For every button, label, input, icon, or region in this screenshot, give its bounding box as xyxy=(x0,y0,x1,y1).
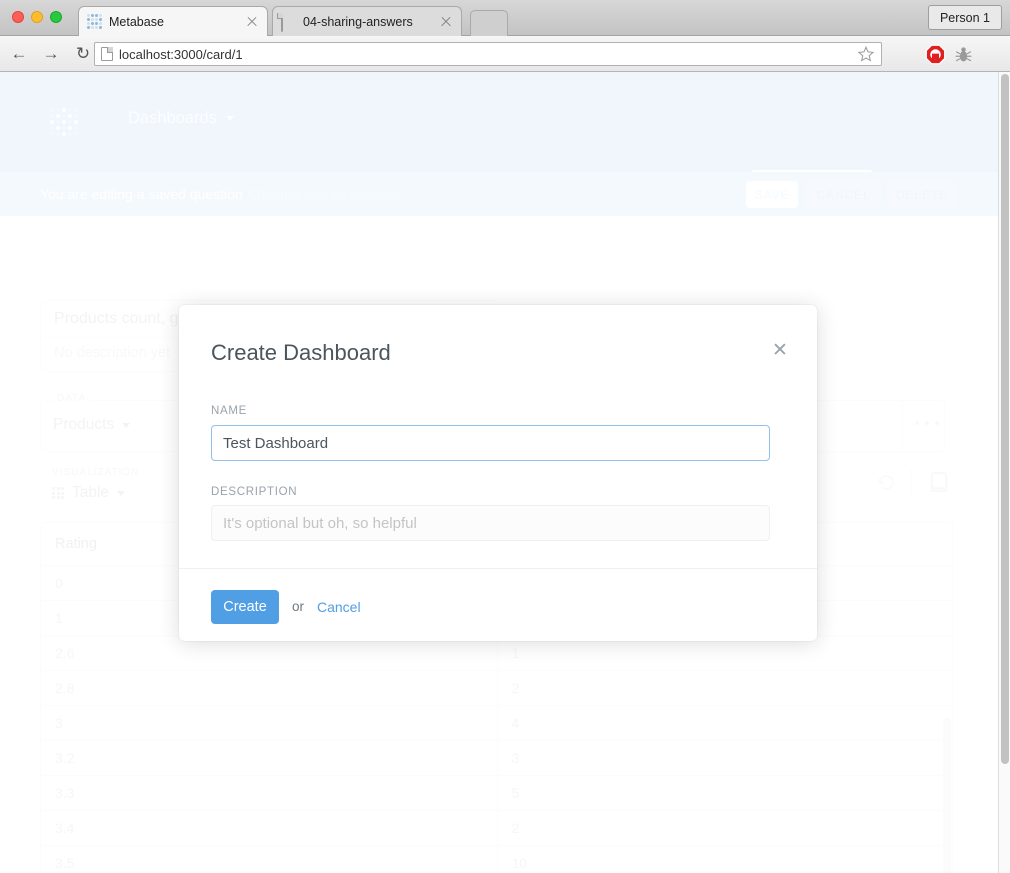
metabase-dots-icon xyxy=(87,14,102,29)
profile-button[interactable]: Person 1 xyxy=(928,5,1002,30)
browser-chrome: Metabase 04-sharing-answers Person 1 ← →… xyxy=(0,0,1010,72)
tab-close-icon[interactable] xyxy=(439,15,453,29)
page-scrollbar-thumb[interactable] xyxy=(1001,74,1009,764)
back-icon[interactable]: ← xyxy=(6,41,32,67)
browser-toolbar: ← → ↻ localhost:3000/card/1 xyxy=(0,36,1010,72)
adblock-icon[interactable] xyxy=(925,44,946,65)
tab-title: 04-sharing-answers xyxy=(303,15,439,29)
page-viewport: Dashboards New Question SA You are editi… xyxy=(0,72,998,873)
dashboard-description-input[interactable]: It's optional but oh, so helpful xyxy=(211,505,770,541)
document-icon xyxy=(281,14,296,29)
forward-icon[interactable]: → xyxy=(38,41,64,67)
window-maximize-button[interactable] xyxy=(50,11,62,23)
star-icon[interactable] xyxy=(857,45,875,63)
page-document-icon xyxy=(101,47,113,61)
or-label: or xyxy=(292,599,304,614)
create-label: Create xyxy=(223,599,267,615)
modal-footer: Create or Cancel xyxy=(179,569,817,641)
browser-tab-sharing-answers[interactable]: 04-sharing-answers xyxy=(272,6,462,36)
bug-icon[interactable] xyxy=(953,44,974,65)
create-button[interactable]: Create xyxy=(211,590,279,624)
modal-title: Create Dashboard xyxy=(211,340,391,366)
dashboard-name-input[interactable]: Test Dashboard xyxy=(211,425,770,461)
browser-tab-metabase[interactable]: Metabase xyxy=(78,6,268,36)
reload-icon[interactable]: ↻ xyxy=(70,41,96,67)
page-scrollbar[interactable] xyxy=(998,72,1010,873)
url-text: localhost:3000/card/1 xyxy=(119,47,857,62)
dashboard-name-value: Test Dashboard xyxy=(223,435,328,452)
name-field-label: NAME xyxy=(211,405,247,417)
modal-body: Create Dashboard ✕ NAME Test Dashboard D… xyxy=(179,305,817,568)
browser-tabstrip: Metabase 04-sharing-answers Person 1 xyxy=(0,0,1010,36)
window-minimize-button[interactable] xyxy=(31,11,43,23)
create-dashboard-modal: Create Dashboard ✕ NAME Test Dashboard D… xyxy=(179,305,817,641)
window-close-button[interactable] xyxy=(12,11,24,23)
address-bar[interactable]: localhost:3000/card/1 xyxy=(94,42,882,66)
close-icon[interactable]: ✕ xyxy=(770,341,790,361)
dashboard-description-placeholder: It's optional but oh, so helpful xyxy=(223,515,417,532)
cancel-link[interactable]: Cancel xyxy=(317,599,361,615)
tab-title: Metabase xyxy=(109,15,245,29)
new-tab-button[interactable] xyxy=(470,10,508,36)
tab-close-icon[interactable] xyxy=(245,15,259,29)
description-field-label: DESCRIPTION xyxy=(211,486,297,498)
profile-label: Person 1 xyxy=(940,11,990,25)
